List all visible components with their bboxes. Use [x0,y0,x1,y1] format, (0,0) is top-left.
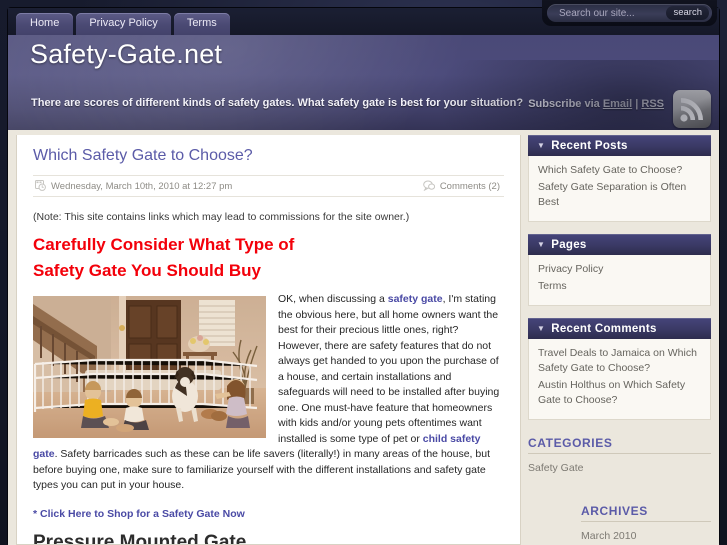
nav-tab-terms[interactable]: Terms [173,13,230,35]
widget-body-recent-comments: Travel Deals to Jamaica on Which Safety … [528,339,711,420]
widget-body-recent-posts: Which Safety Gate to Choose? Safety Gate… [528,156,711,222]
post-date-text: Wednesday, March 10th, 2010 at 12:27 pm [51,181,233,192]
widget-body-pages: Privacy Policy Terms [528,255,711,306]
widget-pages: ▼ Pages Privacy Policy Terms [528,234,711,306]
widget-title-pages[interactable]: ▼ Pages [528,234,711,255]
disclosure-note: (Note: This site contains links which ma… [33,211,410,223]
browser-page: Home Privacy Policy Terms search Safety-… [0,0,727,545]
safety-gate-photo [33,296,266,438]
subscribe-email-link[interactable]: Email [603,98,632,110]
post-meta-bar: Wednesday, March 10th, 2010 at 12:27 pm … [33,175,504,197]
caret-down-icon[interactable]: ▼ [537,234,545,255]
widget-title-recent-posts[interactable]: ▼ Recent Posts [528,135,711,156]
calendar-clock-icon [35,180,46,194]
red-heading-line-1: Carefully Consider What Type of [33,235,295,254]
primary-nav: Home Privacy Policy Terms [16,13,230,35]
search-input[interactable] [557,7,656,20]
categories-title: CATEGORIES [528,436,711,454]
site-tagline: There are scores of different kinds of s… [31,97,524,109]
shop-cta-link[interactable]: * Click Here to Shop for a Safety Gate N… [33,508,245,520]
widget-title-recent-comments[interactable]: ▼ Recent Comments [528,318,711,339]
list-item[interactable]: Safety Gate Separation is Often Best [538,180,701,210]
list-item[interactable]: Terms [538,279,701,294]
nav-tab-home[interactable]: Home [16,13,74,35]
caret-down-icon[interactable]: ▼ [537,135,545,156]
site-header: Safety-Gate.net There are scores of diff… [8,35,719,130]
post-body: (Note: This site contains links which ma… [17,211,520,545]
list-item[interactable]: Safety Gate [528,460,711,476]
red-heading-line-2: Safety Gate You Should Buy [33,261,261,280]
caret-down-icon[interactable]: ▼ [537,318,545,339]
subscribe-rss-link[interactable]: RSS [641,98,664,110]
widget-title-text: Recent Comments [551,323,657,335]
sidebar: ▼ Recent Posts Which Safety Gate to Choos… [528,135,711,545]
speech-bubble-icon [423,180,435,194]
subscribe-links: Subscribe via Email | RSS [528,98,664,110]
para1-part-a: OK, when discussing a [278,293,388,305]
widget-title-text: Pages [551,239,587,251]
red-heading: Carefully Consider What Type of Safety G… [33,232,504,284]
post-comments[interactable]: Comments (2) [423,180,500,194]
post-date: Wednesday, March 10th, 2010 at 12:27 pm [35,180,232,194]
post-comments-text: Comments (2) [439,181,500,192]
list-item[interactable]: Travel Deals to Jamaica on Which Safety … [538,346,701,376]
widget-recent-posts: ▼ Recent Posts Which Safety Gate to Choos… [528,135,711,222]
site-title: Safety-Gate.net [30,39,223,69]
main-column: Which Safety Gate to Choose? Wednesday, [16,135,521,545]
search-field-wrapper: search [547,4,712,22]
widget-archives: ARCHIVES March 2010 February 2010 [581,504,711,545]
widget-title-text: Recent Posts [551,140,628,152]
page-title: Which Safety Gate to Choose? [33,147,253,164]
widget-categories: CATEGORIES Safety Gate [528,436,711,476]
list-item[interactable]: Which Safety Gate to Choose? [538,163,701,178]
archives-title: ARCHIVES [581,504,711,522]
nav-tab-privacy-policy[interactable]: Privacy Policy [76,13,171,35]
rss-icon[interactable] [673,90,711,128]
widget-recent-comments: ▼ Recent Comments Travel Deals to Jamaica… [528,318,711,420]
list-item[interactable]: Privacy Policy [538,262,701,277]
safety-gate-link-1[interactable]: safety gate [388,293,443,305]
post-header: Which Safety Gate to Choose? Wednesday, [17,135,520,197]
list-item[interactable]: March 2010 [581,528,711,544]
subscribe-label: Subscribe via [528,98,603,110]
search-button[interactable]: search [666,6,709,20]
subscribe-separator: | [632,98,642,110]
para1-part-c: . Safety barricades such as these can be… [33,448,490,491]
content-area: Which Safety Gate to Choose? Wednesday, [8,130,719,545]
list-item[interactable]: Austin Holthus on Which Safety Gate to C… [538,378,701,408]
section-heading: Pressure Mounted Gate [33,531,247,545]
search-pod: search [542,0,717,26]
para1-part-b: , I'm stating the obvious here, but all … [278,293,500,445]
